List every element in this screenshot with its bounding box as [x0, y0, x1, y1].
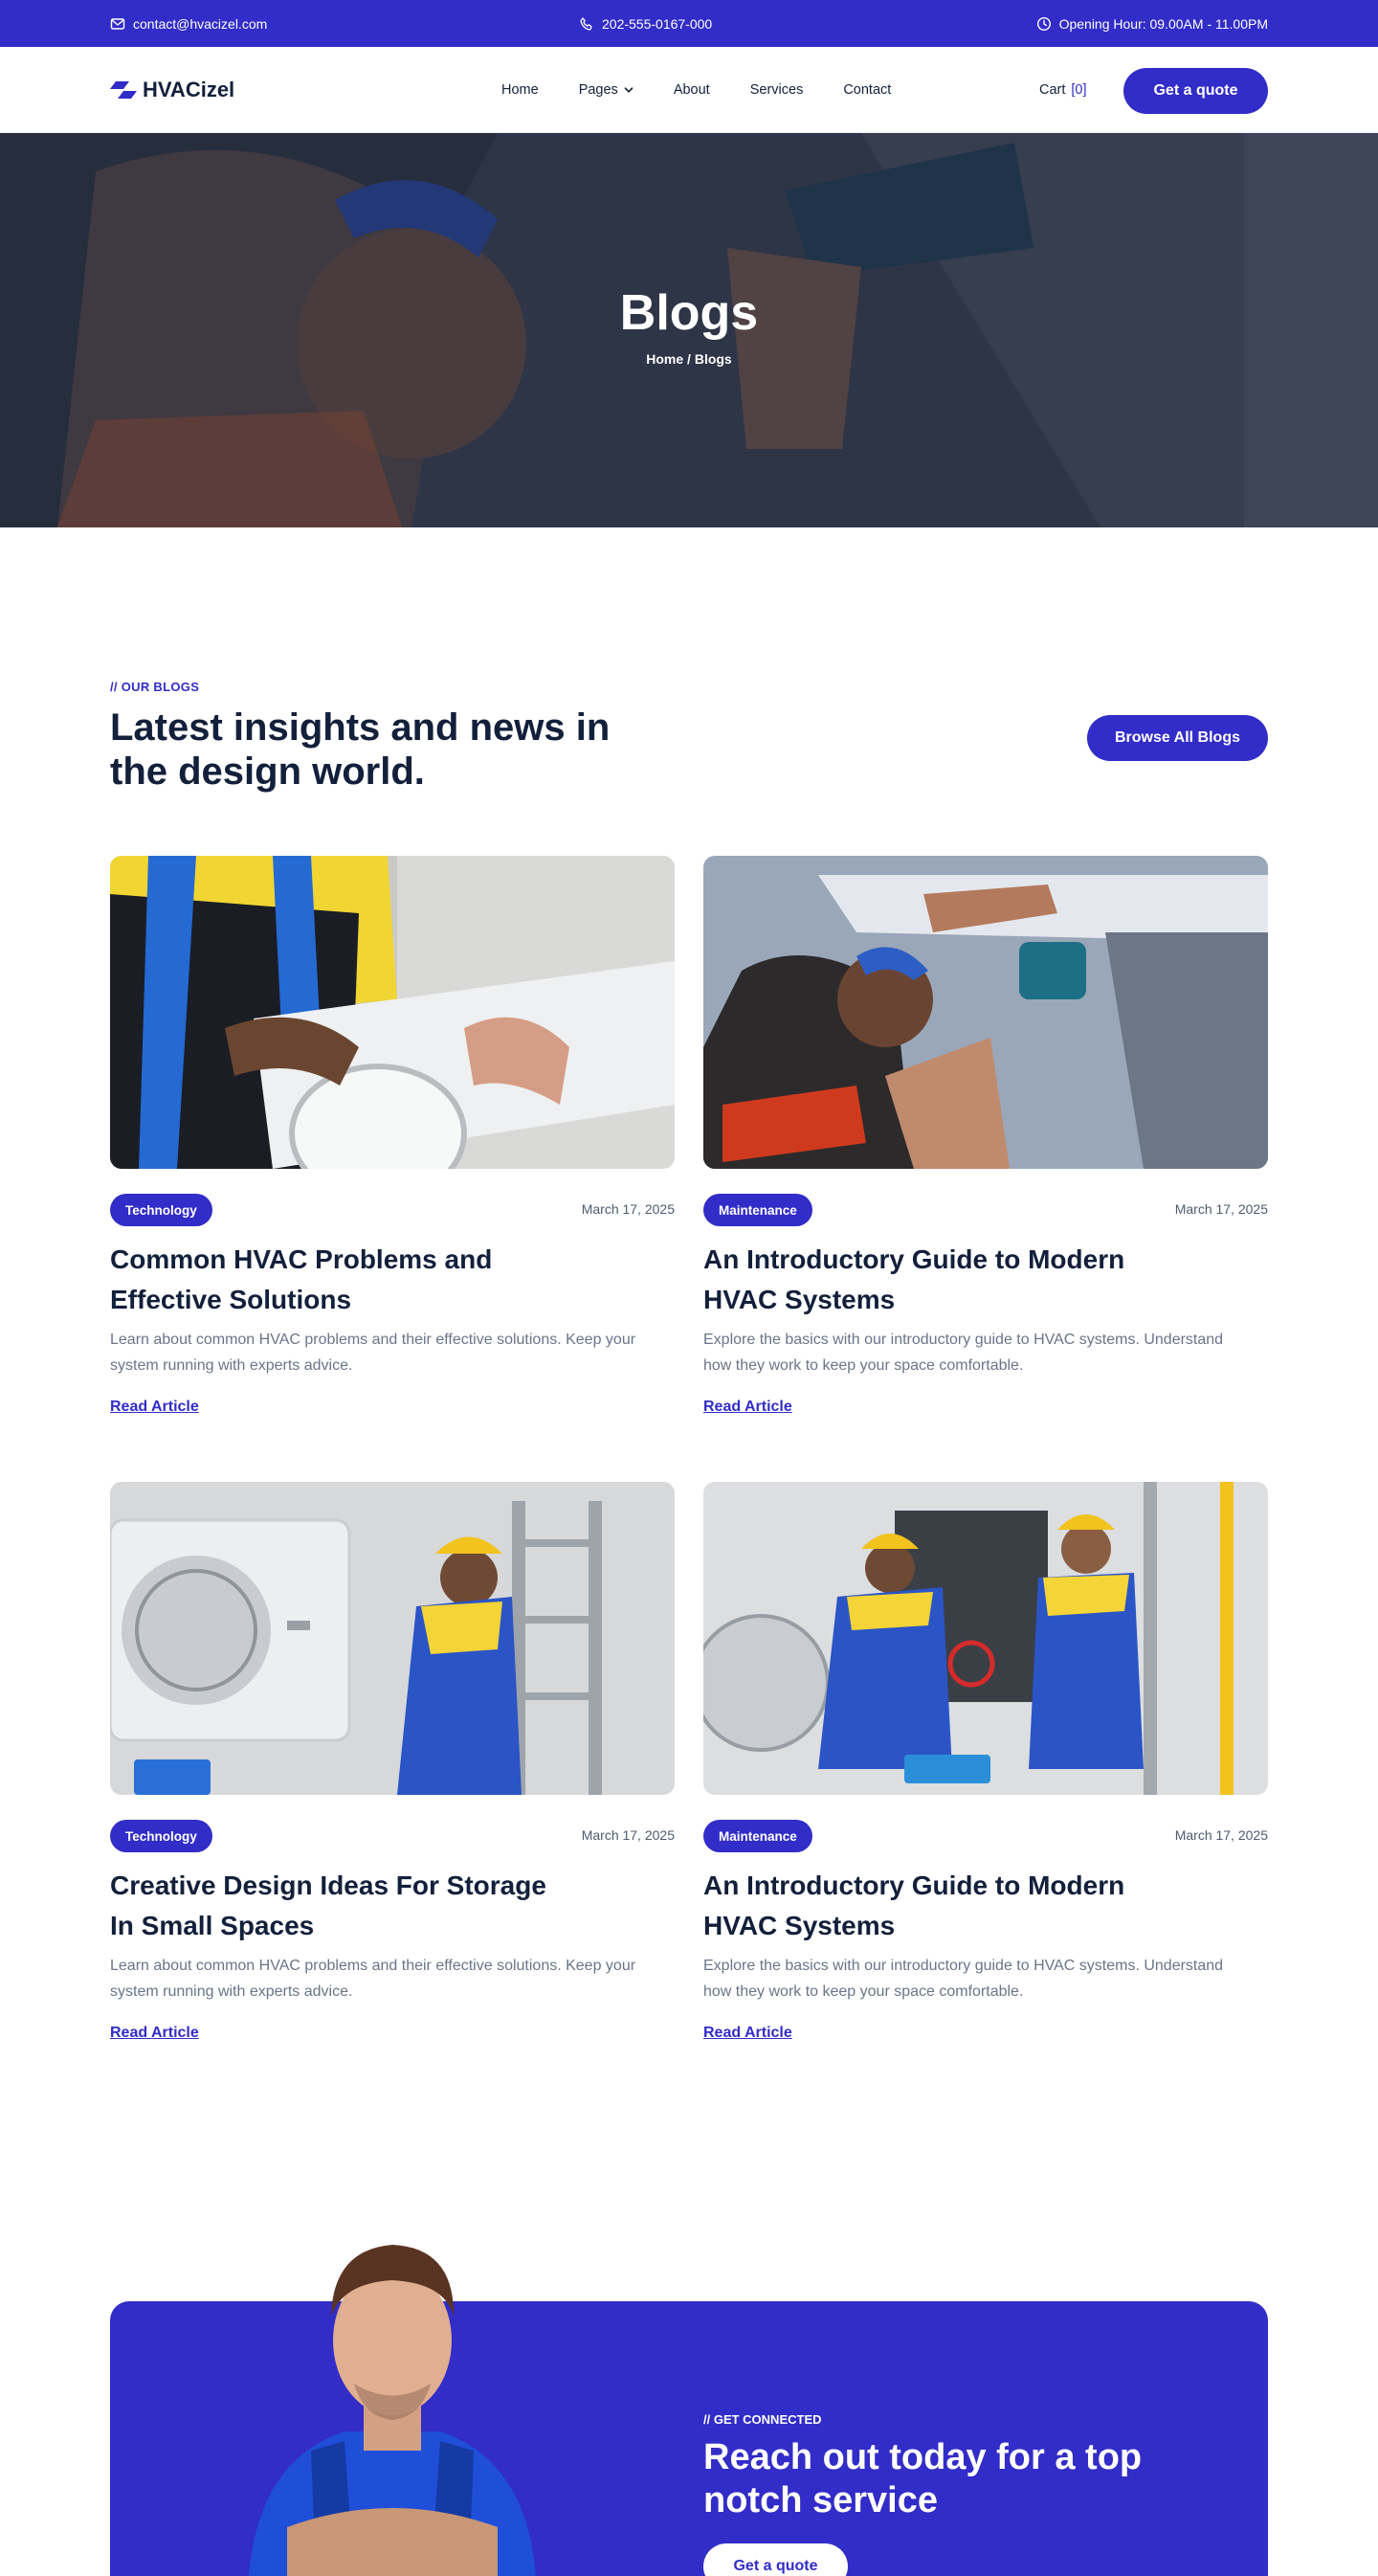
blog-card-excerpt: Explore the basics with our introductory…: [703, 1332, 1224, 1374]
blog-card-date: March 17, 2025: [581, 1827, 675, 1843]
logo-text: HVACizel: [143, 78, 235, 101]
read-article-link[interactable]: Read Article: [110, 2025, 199, 2042]
page-hero: Blogs Home / Blogs: [0, 133, 1378, 527]
blog-card-excerpt: Learn about common HVAC problems and the…: [110, 1332, 636, 1374]
clock-icon: [1036, 16, 1052, 32]
nav-pages[interactable]: Pages: [579, 82, 633, 98]
opening-hours: Opening Hour: 09.00AM - 11.00PM: [1036, 0, 1268, 47]
blog-card-date: March 17, 2025: [1174, 1201, 1268, 1217]
nav-pages-label: Pages: [578, 82, 618, 98]
nav-about[interactable]: About: [674, 82, 710, 98]
contact-phone-text: 202-555-0167-000: [602, 15, 713, 32]
blog-card-excerpt: Learn about common HVAC problems and the…: [110, 1958, 636, 2000]
blog-card-image[interactable]: [703, 1482, 1268, 1795]
breadcrumb: Home / Blogs: [646, 351, 732, 367]
blog-card-date: March 17, 2025: [581, 1201, 675, 1217]
cart-count: [0]: [1071, 82, 1087, 98]
blog-card-image[interactable]: [110, 1482, 675, 1795]
blog-card: Maintenance March 17, 2025 An Introducto…: [703, 856, 1268, 1430]
blog-card: Maintenance March 17, 2025 An Introducto…: [703, 1482, 1268, 2056]
blog-card-title[interactable]: An Introductory Guide to Modern HVAC Sys…: [703, 1866, 1163, 1946]
cta-eyebrow: // GET CONNECTED: [703, 2412, 822, 2427]
main-nav: Home Pages About Services Contact: [501, 47, 891, 133]
site-header: HVACizel Home Pages About Services Conta…: [0, 47, 1378, 133]
phone-icon: [579, 16, 594, 32]
blog-card-title[interactable]: An Introductory Guide to Modern HVAC Sys…: [703, 1240, 1163, 1320]
nav-services[interactable]: Services: [750, 82, 804, 98]
nav-home[interactable]: Home: [501, 82, 539, 98]
technician-portrait: [249, 2245, 536, 2576]
read-article-link[interactable]: Read Article: [703, 1399, 792, 1416]
blog-card-tag[interactable]: Maintenance: [703, 1194, 812, 1226]
mail-icon: [110, 16, 125, 32]
blog-card: Technology March 17, 2025 Common HVAC Pr…: [110, 856, 675, 1430]
section-eyebrow: // OUR BLOGS: [110, 680, 200, 694]
blog-card-title[interactable]: Common HVAC Problems and Effective Solut…: [110, 1240, 569, 1320]
blog-card-image[interactable]: [110, 856, 675, 1169]
read-article-link[interactable]: Read Article: [110, 1399, 199, 1416]
blog-card-date: March 17, 2025: [1174, 1827, 1268, 1843]
blog-card: Technology March 17, 2025 Creative Desig…: [110, 1482, 675, 2056]
blog-card-excerpt: Explore the basics with our introductory…: [703, 1958, 1224, 2000]
top-info-bar: contact@hvacizel.com 202-555-0167-000 Op…: [0, 0, 1378, 47]
contact-phone[interactable]: 202-555-0167-000: [579, 0, 712, 47]
blog-card-title[interactable]: Creative Design Ideas For Storage In Sma…: [110, 1866, 569, 1946]
site-logo[interactable]: HVACizel: [110, 47, 234, 133]
contact-email[interactable]: contact@hvacizel.com: [110, 0, 267, 47]
browse-all-blogs-button[interactable]: Browse All Blogs: [1087, 715, 1268, 761]
nav-contact[interactable]: Contact: [843, 82, 891, 98]
logo-icon: [110, 79, 137, 101]
blog-card-tag[interactable]: Technology: [110, 1194, 212, 1226]
contact-email-text: contact@hvacizel.com: [133, 15, 268, 32]
opening-hours-text: Opening Hour: 09.00AM - 11.00PM: [1058, 15, 1268, 32]
section-title: Latest insights and news in the design w…: [110, 706, 611, 793]
blog-card-tag[interactable]: Technology: [110, 1820, 212, 1852]
chevron-down-icon: [624, 85, 633, 95]
cta-title: Reach out today for a top notch service: [703, 2437, 1143, 2520]
get-quote-button[interactable]: Get a quote: [1123, 68, 1268, 114]
blog-card-tag[interactable]: Maintenance: [703, 1820, 812, 1852]
cart-link[interactable]: Cart [0]: [1039, 47, 1087, 133]
cart-label: Cart: [1039, 82, 1066, 98]
page-title: Blogs: [619, 285, 759, 341]
blog-card-image[interactable]: [703, 856, 1268, 1169]
cta-get-quote-button[interactable]: Get a quote: [703, 2543, 848, 2576]
read-article-link[interactable]: Read Article: [703, 2025, 792, 2042]
